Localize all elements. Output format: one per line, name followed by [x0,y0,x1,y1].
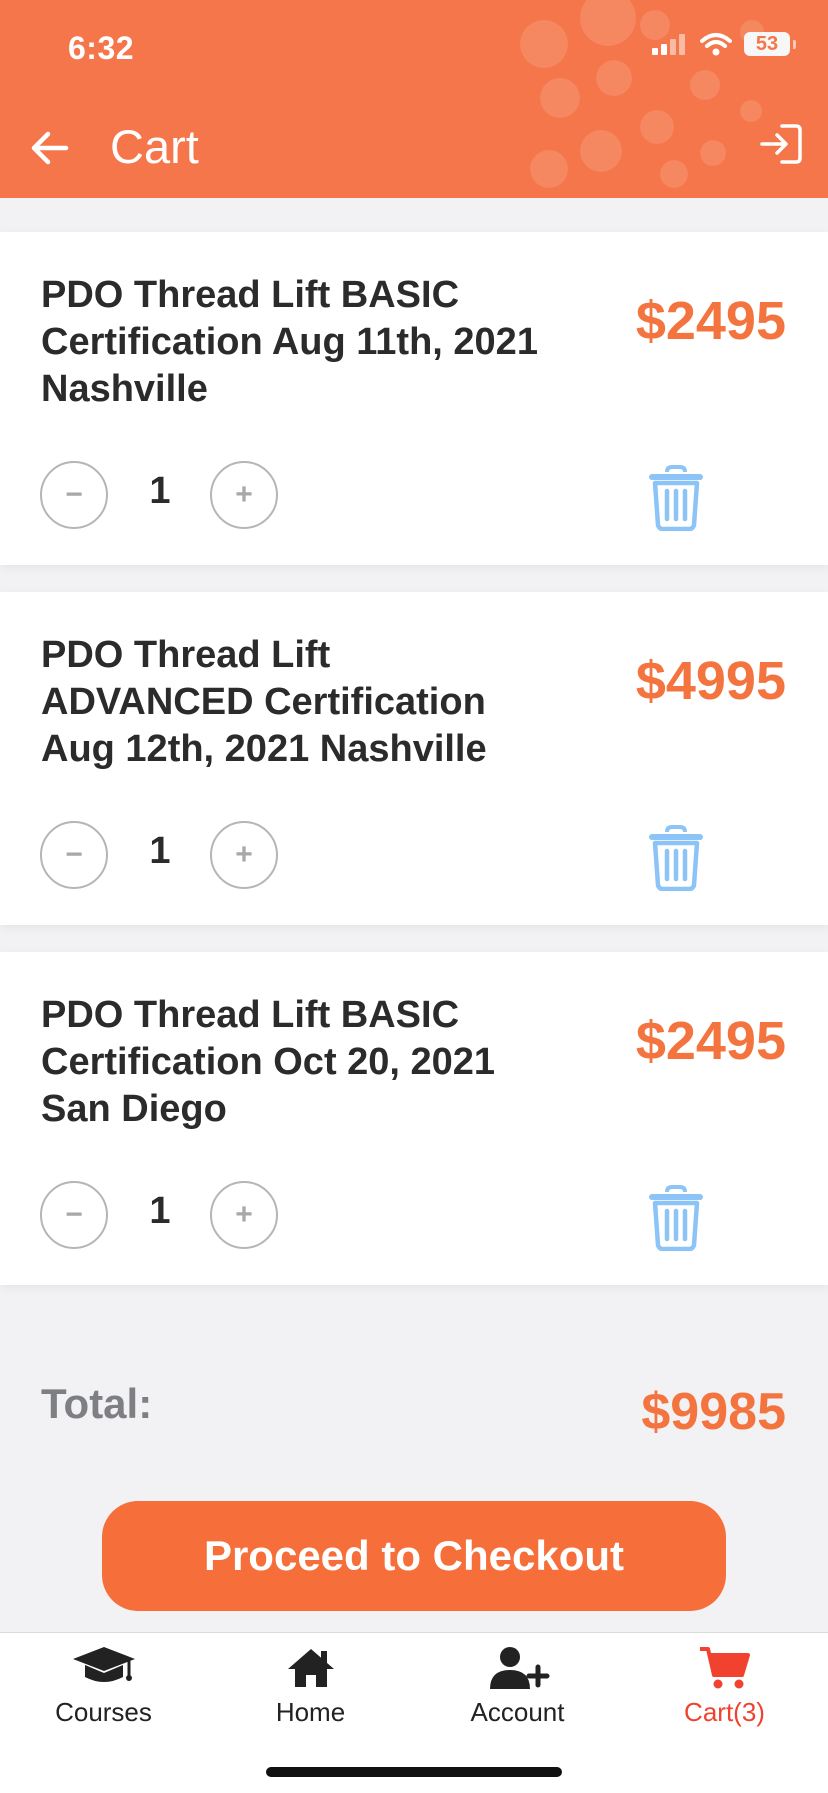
total-label: Total: [41,1380,153,1427]
battery-indicator: 53 [744,32,796,56]
quantity-value: 1 [149,830,171,872]
increase-quantity-button[interactable]: + [210,821,278,889]
graduation-cap-icon [72,1647,135,1682]
quantity-value: 1 [149,470,171,512]
trash-icon[interactable] [647,465,705,531]
cart-item: PDO Thread Lift BASIC Certification Oct … [0,952,828,1285]
tab-courses[interactable]: Courses [0,1645,207,1728]
home-icon [287,1649,334,1687]
trash-icon[interactable] [647,825,705,891]
item-price: $2495 [635,1011,786,1071]
increase-quantity-button[interactable]: + [210,1181,278,1249]
decrease-quantity-button[interactable]: − [40,461,108,529]
quantity-value: 1 [149,1190,171,1232]
app-header: 6:32 53 Cart [0,0,828,198]
checkout-button[interactable]: Proceed to Checkout [102,1501,726,1611]
user-plus-icon [489,1647,549,1689]
tab-cart[interactable]: Cart(3) [621,1645,828,1728]
cart-item: PDO Thread Lift ADVANCED Certification A… [0,592,828,925]
signal-icon [652,34,685,55]
tab-label: Cart(3) [684,1697,765,1727]
item-title: PDO Thread Lift BASIC Certification Aug … [41,274,538,410]
cart-item: PDO Thread Lift BASIC Certification Aug … [0,232,828,565]
total-value: $9985 [641,1383,786,1441]
tab-label: Account [470,1697,565,1727]
item-price: $4995 [635,651,786,711]
trash-icon[interactable] [647,1185,705,1251]
home-indicator [266,1767,562,1777]
tab-label: Courses [55,1697,152,1727]
item-title: PDO Thread Lift BASIC Certification Oct … [41,994,496,1130]
tab-home[interactable]: Home [207,1645,414,1728]
tab-label: Home [275,1697,346,1727]
item-title: PDO Thread Lift ADVANCED Certification A… [41,634,487,770]
back-arrow-icon[interactable] [26,124,74,172]
decrease-quantity-button[interactable]: − [40,1181,108,1249]
page-title: Cart [110,120,199,173]
cart-icon [699,1647,750,1689]
status-time: 6:32 [68,30,135,66]
increase-quantity-button[interactable]: + [210,461,278,529]
wifi-icon [700,33,732,56]
tab-account[interactable]: Account [414,1645,621,1728]
item-price: $2495 [635,291,786,351]
login-icon[interactable] [758,120,806,168]
decrease-quantity-button[interactable]: − [40,821,108,889]
status-icons: 53 [652,32,796,56]
